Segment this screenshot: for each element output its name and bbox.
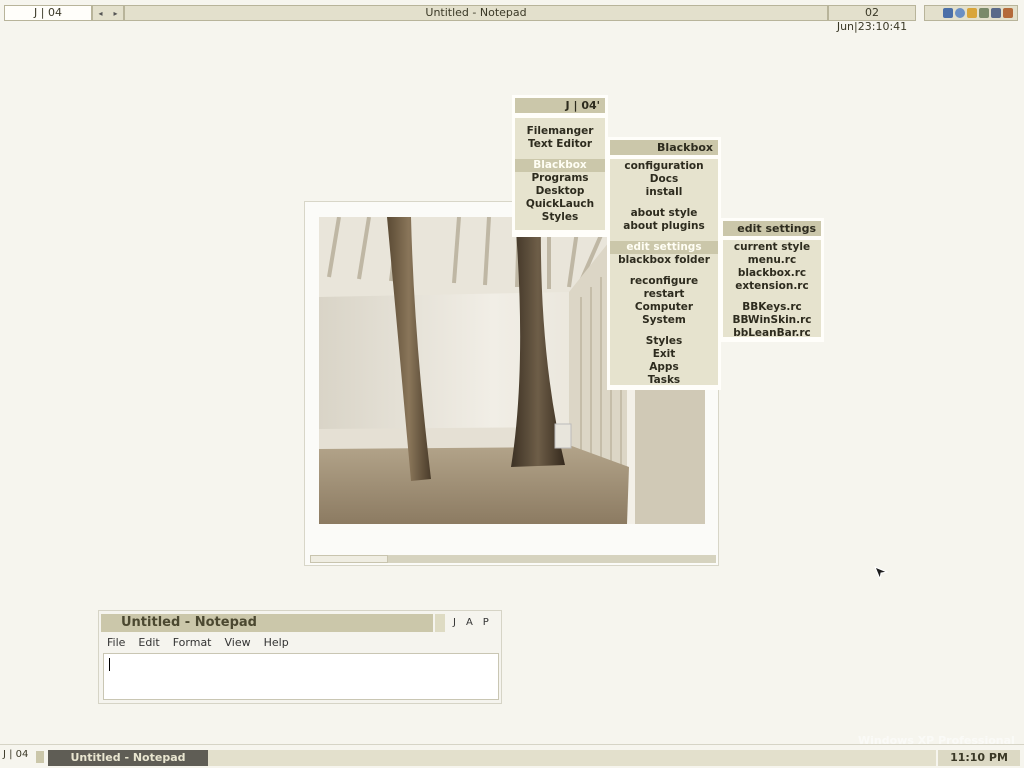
text-caret	[109, 658, 110, 671]
prev-workspace-button[interactable]: ◂	[98, 9, 102, 18]
active-window-title[interactable]: Untitled - Notepad	[124, 5, 828, 21]
root-menu: J | 04' Filemanger Text Editor Blackbox …	[512, 95, 608, 237]
blackbox-submenu-body: configuration Docs install about style a…	[610, 159, 718, 387]
edit-settings-submenu-title[interactable]: edit settings	[723, 221, 821, 236]
edit-settings-submenu: edit settings current style menu.rc blac…	[720, 218, 824, 342]
menu-item-system[interactable]: System	[610, 314, 718, 327]
menu-item-current-style[interactable]: current style	[723, 241, 821, 254]
menu-item-blackbox[interactable]: Blackbox	[515, 159, 605, 172]
notepad-title-strip	[435, 614, 445, 632]
notepad-window: Untitled - Notepad J A P File Edit Forma…	[98, 610, 502, 704]
menu-item-styles[interactable]: Styles	[515, 211, 605, 224]
menu-item-extension-rc[interactable]: extension.rc	[723, 280, 821, 293]
menu-item-blackbox-rc[interactable]: blackbox.rc	[723, 267, 821, 280]
blackbox-submenu-title[interactable]: Blackbox	[610, 140, 718, 155]
notepad-window-buttons: J A P	[453, 614, 489, 632]
menu-item-programs[interactable]: Programs	[515, 172, 605, 185]
menu-item-apps[interactable]: Apps	[610, 361, 718, 374]
menu-item-bbleanbar-rc[interactable]: bbLeanBar.rc	[723, 327, 821, 340]
disk-icon[interactable]	[991, 8, 1001, 18]
menu-item-about-style[interactable]: about style	[610, 207, 718, 220]
system-tray	[924, 5, 1018, 21]
menu-item-bbkeys-rc[interactable]: BBKeys.rc	[723, 301, 821, 314]
taskbar-task-notepad[interactable]: Untitled - Notepad	[48, 750, 208, 766]
menu-item-edit-settings[interactable]: edit settings	[610, 241, 718, 254]
menu-item-quicklaunch[interactable]: QuickLauch	[515, 198, 605, 211]
taskbar-clock[interactable]: 11:10 PM	[938, 750, 1020, 766]
image-scrollbar[interactable]	[310, 555, 716, 563]
notepad-title-bar[interactable]: Untitled - Notepad	[101, 614, 433, 632]
globe-icon[interactable]	[955, 8, 965, 18]
blackbox-submenu: Blackbox configuration Docs install abou…	[607, 137, 721, 390]
speaker-icon[interactable]	[1003, 8, 1013, 18]
menu-edit[interactable]: Edit	[138, 635, 159, 651]
edit-settings-submenu-body: current style menu.rc blackbox.rc extens…	[723, 240, 821, 340]
notepad-button-j[interactable]: J	[453, 614, 456, 632]
menu-item-bbwinskin-rc[interactable]: BBWinSkin.rc	[723, 314, 821, 327]
menu-format[interactable]: Format	[173, 635, 212, 651]
notepad-button-p[interactable]: P	[483, 614, 489, 632]
menu-item-configuration[interactable]: configuration	[610, 160, 718, 173]
palette-icon[interactable]	[967, 8, 977, 18]
next-workspace-button[interactable]: ▸	[113, 9, 117, 18]
top-clock[interactable]: 02 Jun|23:10:41	[828, 5, 916, 33]
notepad-menubar: File Edit Format View Help	[107, 635, 289, 651]
menu-help[interactable]: Help	[264, 635, 289, 651]
menu-item-restart[interactable]: restart	[610, 288, 718, 301]
root-menu-title[interactable]: J | 04'	[515, 98, 605, 113]
menu-item-install[interactable]: install	[610, 186, 718, 199]
menu-file[interactable]: File	[107, 635, 125, 651]
menu-item-filemanager[interactable]: Filemanger	[515, 125, 605, 138]
menu-view[interactable]: View	[225, 635, 251, 651]
taskbar-workspace-label[interactable]: J | 04	[0, 748, 33, 762]
taskbar-task-area	[208, 750, 936, 766]
menu-item-about-plugins[interactable]: about plugins	[610, 220, 718, 233]
shield-icon[interactable]	[979, 8, 989, 18]
menu-item-blackbox-folder[interactable]: blackbox folder	[610, 254, 718, 267]
image-scrollbar-thumb[interactable]	[310, 555, 388, 563]
menu-item-exit[interactable]: Exit	[610, 348, 718, 361]
menu-item-computer[interactable]: Computer	[610, 301, 718, 314]
top-toolbar: J | 04 ◂ ▸ Untitled - Notepad 02 Jun|23:…	[0, 0, 1024, 33]
menu-item-reconfigure[interactable]: reconfigure	[610, 275, 718, 288]
workspace-label[interactable]: J | 04	[4, 5, 92, 21]
menu-item-menu-rc[interactable]: menu.rc	[723, 254, 821, 267]
bottom-taskbar: J | 04 Untitled - Notepad 11:10 PM	[0, 744, 1024, 768]
monitor-icon[interactable]	[943, 8, 953, 18]
menu-item-desktop[interactable]: Desktop	[515, 185, 605, 198]
menu-item-docs[interactable]: Docs	[610, 173, 718, 186]
notepad-text-area[interactable]	[103, 653, 499, 700]
menu-item-text-editor[interactable]: Text Editor	[515, 138, 605, 151]
menu-item-tasks[interactable]: Tasks	[610, 374, 718, 387]
menu-item-styles-sub[interactable]: Styles	[610, 335, 718, 348]
workspace-switcher: ◂ ▸	[92, 5, 124, 21]
mouse-pointer-icon	[874, 566, 889, 583]
taskbar-grip[interactable]	[36, 751, 44, 763]
notepad-button-a[interactable]: A	[466, 614, 473, 632]
root-menu-body: Filemanger Text Editor Blackbox Programs…	[515, 118, 605, 230]
